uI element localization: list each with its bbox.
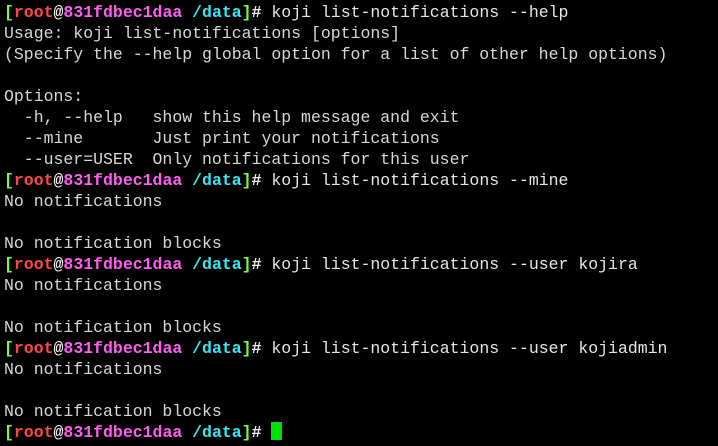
prompt-open-bracket: [ bbox=[4, 339, 14, 358]
output-line: (Specify the --help global option for a … bbox=[4, 44, 718, 65]
prompt-line: [root@831fdbec1daa /data]# koji list-not… bbox=[4, 338, 718, 359]
prompt-host: 831fdbec1daa bbox=[63, 171, 183, 190]
output-text: No notification blocks bbox=[4, 402, 222, 421]
output-text: No notifications bbox=[4, 276, 163, 295]
output-text: -h, --help show this help message and ex… bbox=[4, 108, 460, 127]
output-line: No notification blocks bbox=[4, 401, 718, 422]
prompt-user: root bbox=[13, 339, 54, 358]
prompt-hash: # bbox=[251, 423, 262, 442]
output-line: No notification blocks bbox=[4, 317, 718, 338]
prompt-open-bracket: [ bbox=[4, 255, 14, 274]
prompt-user: root bbox=[13, 3, 54, 22]
output-text: --mine Just print your notifications bbox=[4, 129, 440, 148]
prompt-line: [root@831fdbec1daa /data]# koji list-not… bbox=[4, 2, 718, 23]
prompt-host: 831fdbec1daa bbox=[63, 339, 183, 358]
output-text: No notification blocks bbox=[4, 318, 222, 337]
prompt-close-bracket: ] bbox=[241, 3, 252, 22]
prompt-hash: # bbox=[251, 171, 262, 190]
output-text: (Specify the --help global option for a … bbox=[4, 45, 668, 64]
output-line: No notifications bbox=[4, 275, 718, 296]
cursor-block[interactable] bbox=[271, 422, 283, 440]
prompt-cwd: /data bbox=[192, 255, 242, 274]
prompt-at: @ bbox=[53, 423, 64, 442]
prompt-hash: # bbox=[251, 3, 262, 22]
prompt-close-bracket: ] bbox=[241, 255, 252, 274]
prompt-cwd: /data bbox=[192, 423, 242, 442]
prompt-cwd: /data bbox=[192, 339, 242, 358]
command-text: koji list-notifications --mine bbox=[261, 171, 569, 190]
prompt-host: 831fdbec1daa bbox=[63, 3, 183, 22]
command-text: koji list-notifications --help bbox=[261, 3, 569, 22]
prompt-close-bracket: ] bbox=[241, 171, 252, 190]
prompt-cwd: /data bbox=[192, 3, 242, 22]
prompt-user: root bbox=[13, 171, 54, 190]
prompt-user: root bbox=[13, 423, 54, 442]
prompt-at: @ bbox=[53, 339, 64, 358]
command-text: koji list-notifications --user kojira bbox=[261, 255, 638, 274]
output-text: No notification blocks bbox=[4, 234, 222, 253]
prompt-line: [root@831fdbec1daa /data]# bbox=[4, 422, 718, 443]
command-text: koji list-notifications --user kojiadmin bbox=[261, 339, 668, 358]
output-line: Options: bbox=[4, 86, 718, 107]
prompt-host: 831fdbec1daa bbox=[63, 255, 183, 274]
output-line: -h, --help show this help message and ex… bbox=[4, 107, 718, 128]
prompt-cwd: /data bbox=[192, 171, 242, 190]
output-line: No notifications bbox=[4, 359, 718, 380]
output-line: Usage: koji list-notifications [options] bbox=[4, 23, 718, 44]
prompt-close-bracket: ] bbox=[241, 339, 252, 358]
output-line: --mine Just print your notifications bbox=[4, 128, 718, 149]
output-text: Usage: koji list-notifications [options] bbox=[4, 24, 401, 43]
output-line: --user=USER Only notifications for this … bbox=[4, 149, 718, 170]
prompt-at: @ bbox=[53, 171, 64, 190]
output-text: --user=USER Only notifications for this … bbox=[4, 150, 470, 169]
prompt-hash: # bbox=[251, 339, 262, 358]
prompt-hash: # bbox=[251, 255, 262, 274]
prompt-line: [root@831fdbec1daa /data]# koji list-not… bbox=[4, 254, 718, 275]
prompt-open-bracket: [ bbox=[4, 423, 14, 442]
output-text: Options: bbox=[4, 87, 84, 106]
prompt-line: [root@831fdbec1daa /data]# koji list-not… bbox=[4, 170, 718, 191]
output-text: No notifications bbox=[4, 192, 163, 211]
command-text bbox=[261, 423, 271, 442]
prompt-at: @ bbox=[53, 3, 64, 22]
output-line: No notification blocks bbox=[4, 233, 718, 254]
prompt-open-bracket: [ bbox=[4, 171, 14, 190]
output-line: No notifications bbox=[4, 191, 718, 212]
prompt-close-bracket: ] bbox=[241, 423, 252, 442]
terminal-window[interactable]: [root@831fdbec1daa /data]# koji list-not… bbox=[0, 0, 718, 446]
output-text: No notifications bbox=[4, 360, 163, 379]
prompt-at: @ bbox=[53, 255, 64, 274]
prompt-host: 831fdbec1daa bbox=[63, 423, 183, 442]
prompt-user: root bbox=[13, 255, 54, 274]
prompt-open-bracket: [ bbox=[4, 3, 14, 22]
